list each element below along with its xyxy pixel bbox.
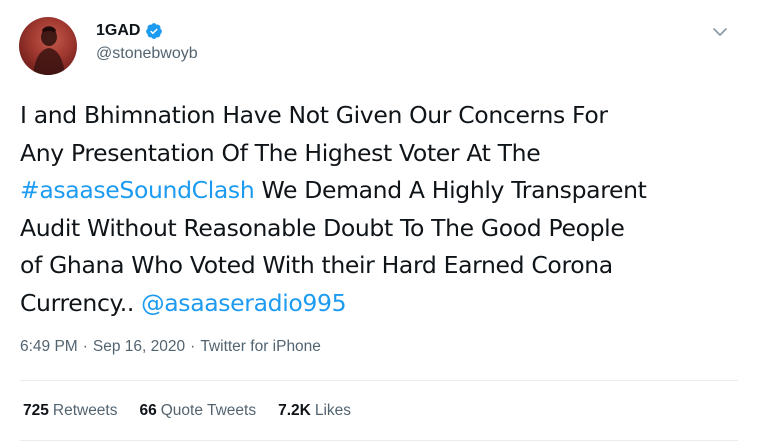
tweet-stats: 725 Retweets 66 Quote Tweets 7.2K Likes bbox=[23, 402, 351, 420]
likes-count: 7.2K bbox=[278, 402, 311, 419]
divider bbox=[20, 440, 738, 441]
tweet-text-segment: We Demand A Highly Transparent bbox=[254, 176, 647, 204]
user-name-row: 1GAD bbox=[96, 20, 163, 42]
avatar[interactable] bbox=[19, 17, 77, 75]
tweet-line: #asaaseSoundClash We Demand A Highly Tra… bbox=[20, 172, 740, 210]
tweet-text-segment: Currency.. bbox=[20, 288, 142, 317]
tweet-line: Currency.. @asaaseradio995 bbox=[20, 285, 740, 323]
tweet-meta: 6:49 PM · Sep 16, 2020 · Twitter for iPh… bbox=[20, 338, 321, 356]
retweets-stat[interactable]: 725 Retweets bbox=[23, 402, 118, 420]
user-handle[interactable]: @stonebwoyb bbox=[96, 45, 198, 63]
meta-separator: · bbox=[190, 338, 196, 355]
hashtag-link[interactable]: #asaaseSoundClash bbox=[20, 176, 255, 204]
tweet-text-segment: Any Presentation Of The Highest Voter At… bbox=[20, 138, 541, 167]
mention-link[interactable]: @asaaseradio995 bbox=[141, 289, 346, 317]
avatar-silhouette bbox=[33, 26, 65, 75]
retweets-label: Retweets bbox=[52, 402, 118, 419]
likes-stat[interactable]: 7.2K Likes bbox=[278, 402, 351, 420]
chevron-down-icon[interactable] bbox=[710, 22, 730, 42]
tweet-card: 1GAD @stonebwoyb I and Bhimnation Have N… bbox=[0, 0, 758, 443]
tweet-text-segment: I and Bhimnation Have Not Given Our Conc… bbox=[20, 101, 608, 129]
divider bbox=[20, 380, 738, 381]
quote-tweets-stat[interactable]: 66 Quote Tweets bbox=[140, 402, 257, 420]
retweets-count: 725 bbox=[23, 402, 49, 419]
quote-tweets-count: 66 bbox=[139, 402, 157, 419]
meta-separator: · bbox=[82, 338, 88, 355]
tweet-line: of Ghana Who Voted With their Hard Earne… bbox=[20, 247, 740, 285]
tweet-text-segment: of Ghana Who Voted With their Hard Earne… bbox=[20, 251, 613, 279]
likes-label: Likes bbox=[314, 402, 352, 419]
display-name[interactable]: 1GAD bbox=[96, 22, 140, 40]
tweet-date[interactable]: Sep 16, 2020 bbox=[93, 338, 185, 356]
tweet-line: I and Bhimnation Have Not Given Our Conc… bbox=[20, 97, 740, 135]
tweet-line: Any Presentation Of The Highest Voter At… bbox=[20, 135, 740, 173]
verified-badge-icon bbox=[146, 23, 163, 39]
tweet-time[interactable]: 6:49 PM bbox=[20, 338, 78, 356]
tweet-line: Audit Without Reasonable Doubt To The Go… bbox=[20, 210, 740, 248]
tweet-text: I and Bhimnation Have Not Given Our Conc… bbox=[20, 97, 740, 322]
quote-tweets-label: Quote Tweets bbox=[160, 402, 257, 419]
tweet-source[interactable]: Twitter for iPhone bbox=[200, 338, 321, 356]
tweet-text-segment: Audit Without Reasonable Doubt To The Go… bbox=[20, 213, 625, 242]
